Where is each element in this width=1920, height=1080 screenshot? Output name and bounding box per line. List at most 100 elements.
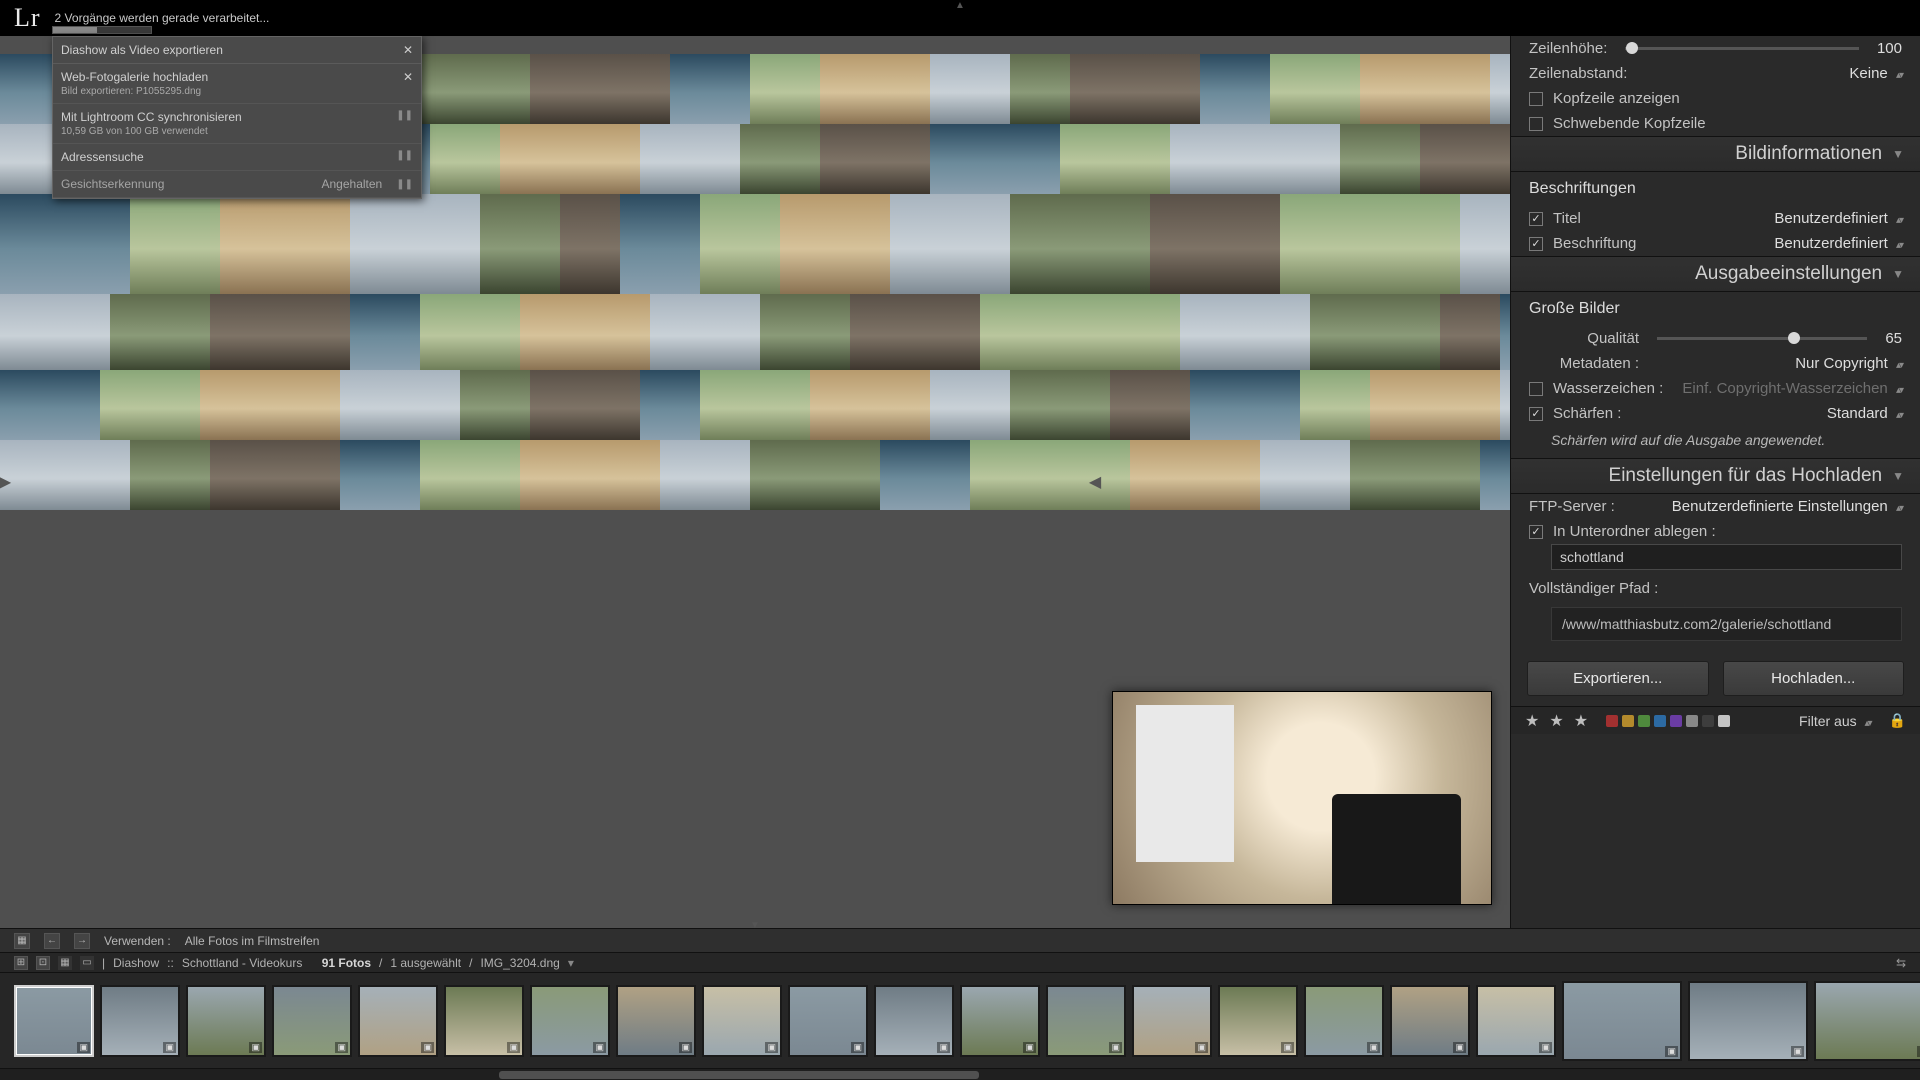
grid-image[interactable] (660, 440, 750, 510)
grid-image[interactable] (1040, 440, 1130, 510)
second-screen-icon[interactable]: ⊡ (36, 956, 50, 970)
activity-row[interactable]: Adressensuche❚❚ (53, 144, 421, 171)
grid-image[interactable] (640, 370, 700, 440)
grid-view-icon[interactable]: ▦ (14, 933, 30, 949)
grid-image[interactable] (810, 370, 930, 440)
grid-image[interactable] (0, 194, 70, 294)
cancel-task-icon[interactable]: ✕ (403, 70, 413, 84)
next-icon[interactable]: → (74, 933, 90, 949)
subfolder-checkbox[interactable]: ✓ (1529, 525, 1543, 539)
metadata-value[interactable]: Nur Copyright (1795, 355, 1888, 372)
grid-image[interactable] (340, 370, 460, 440)
pause-task-icon[interactable]: ❚❚ (396, 179, 413, 190)
grid-image[interactable] (700, 370, 810, 440)
filmstrip-thumbnail[interactable]: ▣ (358, 985, 438, 1057)
filmstrip-thumbnail[interactable]: ▣ (186, 985, 266, 1057)
grid-image[interactable] (200, 370, 340, 440)
view-mode-grid-icon[interactable]: ▦ (58, 956, 72, 970)
color-label-filter[interactable] (1686, 715, 1698, 727)
filmstrip-thumbnail[interactable]: ▣ (616, 985, 696, 1057)
color-label-filter[interactable] (1702, 715, 1714, 727)
collapse-top-panel-toggle[interactable]: ▲ (945, 0, 975, 8)
activity-row[interactable]: Web-Fotogalerie hochladenBild exportiere… (53, 64, 421, 104)
grid-image[interactable] (210, 440, 340, 510)
row-spacing-value[interactable]: Keine (1849, 65, 1887, 82)
pause-task-icon[interactable]: ❚❚ (396, 150, 413, 161)
grid-image[interactable] (1130, 440, 1260, 510)
chevron-updown-icon[interactable]: ▴▾ (1896, 70, 1902, 81)
grid-image[interactable] (70, 440, 130, 510)
pause-task-icon[interactable]: ❚❚ (396, 110, 413, 121)
chevron-updown-icon[interactable]: ▴▾ (1865, 718, 1871, 729)
grid-image[interactable] (620, 194, 700, 294)
grid-image[interactable] (1240, 124, 1340, 194)
grid-image[interactable] (640, 124, 740, 194)
filmstrip-thumbnail[interactable]: ▣ (1814, 981, 1920, 1061)
grid-image[interactable] (820, 124, 930, 194)
grid-image[interactable] (880, 440, 970, 510)
grid-image[interactable] (130, 194, 220, 294)
section-upload-header[interactable]: Einstellungen für das Hochladen ▼ (1511, 458, 1920, 494)
grid-image[interactable] (1420, 124, 1510, 194)
collapse-right-panel-toggle[interactable]: ◀ (1090, 467, 1100, 497)
grid-image[interactable] (430, 124, 500, 194)
grid-image[interactable] (1350, 194, 1460, 294)
activity-row[interactable]: Mit Lightroom CC synchronisieren10,59 GB… (53, 104, 421, 144)
color-label-filter[interactable] (1622, 715, 1634, 727)
grid-image[interactable] (650, 294, 760, 370)
color-label-filter[interactable] (1670, 715, 1682, 727)
filmstrip-thumbnail[interactable]: ▣ (14, 985, 94, 1057)
grid-image[interactable] (700, 194, 780, 294)
grid-image[interactable] (1200, 54, 1270, 124)
chevron-updown-icon[interactable]: ▴▾ (1896, 215, 1902, 226)
color-label-filter[interactable] (1638, 715, 1650, 727)
grid-image[interactable] (820, 54, 930, 124)
grid-image[interactable] (130, 440, 210, 510)
grid-image[interactable] (210, 294, 350, 370)
title-value[interactable]: Benutzerdefiniert (1774, 210, 1887, 227)
grid-image[interactable] (1060, 124, 1170, 194)
filmstrip-thumbnail[interactable]: ▣ (788, 985, 868, 1057)
grid-image[interactable] (1180, 294, 1310, 370)
grid-image[interactable] (740, 124, 820, 194)
collapse-bottom-panel-toggle[interactable]: ▼ (740, 920, 770, 928)
grid-image[interactable] (750, 54, 820, 124)
first-screen-icon[interactable]: ⊞ (14, 956, 28, 970)
grid-image[interactable] (520, 440, 660, 510)
show-header-checkbox[interactable] (1529, 92, 1543, 106)
filmstrip-use-value[interactable]: Alle Fotos im Filmstreifen (185, 934, 320, 948)
grid-image[interactable] (970, 440, 1040, 510)
grid-image[interactable] (1010, 194, 1150, 294)
grid-image[interactable] (220, 194, 280, 294)
ftp-value[interactable]: Benutzerdefinierte Einstellungen (1672, 498, 1888, 515)
filmstrip-thumbnail[interactable]: ▣ (444, 985, 524, 1057)
filmstrip-thumbnail[interactable]: ▣ (1688, 981, 1808, 1061)
filmstrip-thumbnail[interactable]: ▣ (874, 985, 954, 1057)
color-label-filter[interactable] (1718, 715, 1730, 727)
star-rating-1[interactable]: ★ (1525, 711, 1539, 731)
grid-image[interactable] (340, 440, 420, 510)
view-mode-compare-icon[interactable]: ▭ (80, 956, 94, 970)
grid-image[interactable] (520, 294, 580, 370)
watermark-checkbox[interactable] (1529, 382, 1543, 396)
filter-label[interactable]: Filter aus (1799, 713, 1857, 729)
grid-image[interactable] (280, 194, 350, 294)
grid-image[interactable] (1070, 54, 1200, 124)
grid-image[interactable] (580, 294, 650, 370)
grid-image[interactable] (780, 194, 890, 294)
collapse-left-panel-toggle[interactable]: ▶ (0, 467, 10, 497)
grid-image[interactable] (980, 294, 1050, 370)
grid-image[interactable] (750, 440, 880, 510)
grid-image[interactable] (930, 370, 1010, 440)
row-height-slider[interactable] (1625, 47, 1859, 50)
grid-image[interactable] (1340, 124, 1420, 194)
grid-image[interactable] (480, 194, 560, 294)
upload-button[interactable]: Hochladen... (1723, 661, 1905, 696)
collection-name[interactable]: Schottland - Videokurs (182, 956, 303, 970)
grid-image[interactable] (350, 194, 480, 294)
grid-image[interactable] (1500, 294, 1510, 370)
filmstrip-thumbnail[interactable]: ▣ (1218, 985, 1298, 1057)
grid-image[interactable] (1350, 440, 1480, 510)
grid-image[interactable] (1260, 440, 1350, 510)
filmstrip-thumbnail[interactable]: ▣ (1476, 985, 1556, 1057)
